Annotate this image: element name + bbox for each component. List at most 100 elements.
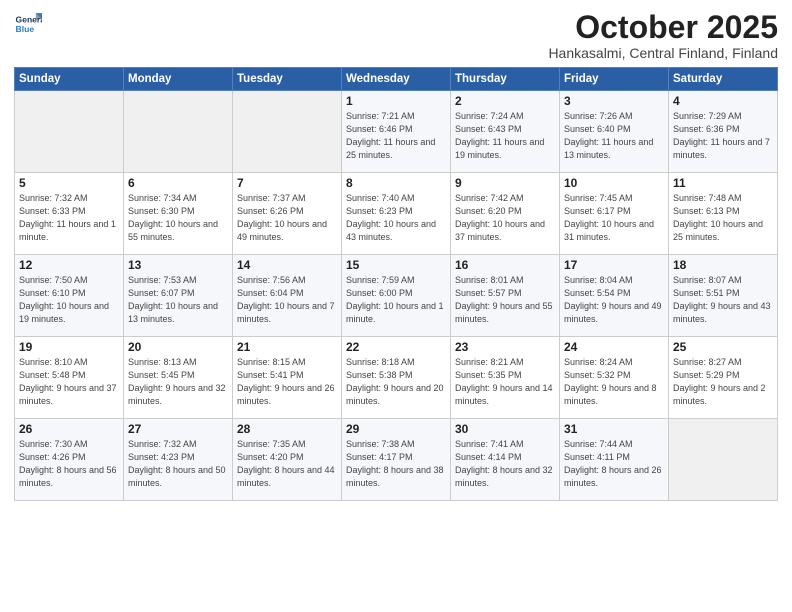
day-number: 31: [564, 422, 664, 436]
day-number: 6: [128, 176, 228, 190]
table-row: [669, 419, 778, 501]
cell-content: Sunrise: 8:01 AMSunset: 5:57 PMDaylight:…: [455, 274, 555, 326]
table-row: 19 Sunrise: 8:10 AMSunset: 5:48 PMDayligh…: [15, 337, 124, 419]
day-number: 20: [128, 340, 228, 354]
cell-content: Sunrise: 7:53 AMSunset: 6:07 PMDaylight:…: [128, 274, 228, 326]
table-row: 7Sunrise: 7:37 AMSunset: 6:26 PMDaylight…: [233, 173, 342, 255]
day-number: 3: [564, 94, 664, 108]
day-number: 26: [19, 422, 119, 436]
table-row: 25 Sunrise: 8:27 AMSunset: 5:29 PMDayligh…: [669, 337, 778, 419]
day-number: 16: [455, 258, 555, 272]
calendar-table: Sunday Monday Tuesday Wednesday Thursday…: [14, 67, 778, 501]
table-row: 6 Sunrise: 7:34 AMSunset: 6:30 PMDaylight…: [124, 173, 233, 255]
day-number: 15: [346, 258, 446, 272]
col-wednesday: Wednesday: [342, 68, 451, 91]
cell-content: Sunrise: 8:07 AMSunset: 5:51 PMDaylight:…: [673, 274, 773, 326]
cell-content: Sunrise: 8:13 AMSunset: 5:45 PMDaylight:…: [128, 356, 228, 408]
day-number: 24: [564, 340, 664, 354]
table-row: 29 Sunrise: 7:38 AMSunset: 4:17 PMDayligh…: [342, 419, 451, 501]
table-row: 27 Sunrise: 7:32 AMSunset: 4:23 PMDayligh…: [124, 419, 233, 501]
day-number: 4: [673, 94, 773, 108]
month-title: October 2025: [548, 10, 778, 45]
day-number: 25: [673, 340, 773, 354]
cell-content: Sunrise: 7:41 AMSunset: 4:14 PMDaylight:…: [455, 438, 555, 490]
day-number: 11: [673, 176, 773, 190]
day-number: 23: [455, 340, 555, 354]
table-row: 26 Sunrise: 7:30 AMSunset: 4:26 PMDayligh…: [15, 419, 124, 501]
table-row: [15, 91, 124, 173]
table-row: 22 Sunrise: 8:18 AMSunset: 5:38 PMDayligh…: [342, 337, 451, 419]
cell-content: Sunrise: 7:35 AMSunset: 4:20 PMDaylight:…: [237, 438, 337, 490]
day-number: 27: [128, 422, 228, 436]
col-thursday: Thursday: [451, 68, 560, 91]
table-row: 1 Sunrise: 7:21 AMSunset: 6:46 PMDaylight…: [342, 91, 451, 173]
col-monday: Monday: [124, 68, 233, 91]
table-row: 18 Sunrise: 8:07 AMSunset: 5:51 PMDayligh…: [669, 255, 778, 337]
day-number: 14: [237, 258, 337, 272]
table-row: 20 Sunrise: 8:13 AMSunset: 5:45 PMDayligh…: [124, 337, 233, 419]
cell-content: Sunrise: 7:29 AMSunset: 6:36 PMDaylight:…: [673, 110, 773, 162]
table-row: 5Sunrise: 7:32 AMSunset: 6:33 PMDaylight…: [15, 173, 124, 255]
day-number: 21: [237, 340, 337, 354]
cell-content: Sunrise: 8:21 AMSunset: 5:35 PMDaylight:…: [455, 356, 555, 408]
day-number: 30: [455, 422, 555, 436]
day-number: 17: [564, 258, 664, 272]
day-number: 12: [19, 258, 119, 272]
day-number: 18: [673, 258, 773, 272]
cell-content: Sunrise: 7:32 AMSunset: 4:23 PMDaylight:…: [128, 438, 228, 490]
table-row: 24 Sunrise: 8:24 AMSunset: 5:32 PMDayligh…: [560, 337, 669, 419]
logo-icon: General Blue: [14, 10, 42, 38]
table-row: 23 Sunrise: 8:21 AMSunset: 5:35 PMDayligh…: [451, 337, 560, 419]
cell-content: Sunrise: 8:04 AMSunset: 5:54 PMDaylight:…: [564, 274, 664, 326]
cell-content: Sunrise: 7:32 AMSunset: 6:33 PMDaylight:…: [19, 192, 119, 244]
cell-content: Sunrise: 7:45 AMSunset: 6:17 PMDaylight:…: [564, 192, 664, 244]
table-row: 8Sunrise: 7:40 AMSunset: 6:23 PMDaylight…: [342, 173, 451, 255]
col-saturday: Saturday: [669, 68, 778, 91]
page: General Blue October 2025 Hankasalmi, Ce…: [0, 0, 792, 612]
day-number: 29: [346, 422, 446, 436]
cell-content: Sunrise: 7:24 AMSunset: 6:43 PMDaylight:…: [455, 110, 555, 162]
cell-content: Sunrise: 8:15 AMSunset: 5:41 PMDaylight:…: [237, 356, 337, 408]
table-row: 17 Sunrise: 8:04 AMSunset: 5:54 PMDayligh…: [560, 255, 669, 337]
cell-content: Sunrise: 7:42 AMSunset: 6:20 PMDaylight:…: [455, 192, 555, 244]
cell-content: Sunrise: 7:56 AMSunset: 6:04 PMDaylight:…: [237, 274, 337, 326]
day-number: 19: [19, 340, 119, 354]
cell-content: Sunrise: 8:27 AMSunset: 5:29 PMDaylight:…: [673, 356, 773, 408]
table-row: [233, 91, 342, 173]
table-row: 15 Sunrise: 7:59 AMSunset: 6:00 PMDayligh…: [342, 255, 451, 337]
table-row: 11 Sunrise: 7:48 AMSunset: 6:13 PMDayligh…: [669, 173, 778, 255]
table-row: 31Sunrise: 7:44 AMSunset: 4:11 PMDayligh…: [560, 419, 669, 501]
cell-content: Sunrise: 7:50 AMSunset: 6:10 PMDaylight:…: [19, 274, 119, 326]
cell-content: Sunrise: 7:48 AMSunset: 6:13 PMDaylight:…: [673, 192, 773, 244]
day-number: 8: [346, 176, 446, 190]
cell-content: Sunrise: 7:38 AMSunset: 4:17 PMDaylight:…: [346, 438, 446, 490]
cell-content: Sunrise: 8:10 AMSunset: 5:48 PMDaylight:…: [19, 356, 119, 408]
day-number: 1: [346, 94, 446, 108]
cell-content: Sunrise: 8:18 AMSunset: 5:38 PMDaylight:…: [346, 356, 446, 408]
logo: General Blue: [14, 10, 42, 38]
table-row: 14 Sunrise: 7:56 AMSunset: 6:04 PMDayligh…: [233, 255, 342, 337]
cell-content: Sunrise: 7:34 AMSunset: 6:30 PMDaylight:…: [128, 192, 228, 244]
title-block: October 2025 Hankasalmi, Central Finland…: [548, 10, 778, 61]
table-row: [124, 91, 233, 173]
table-row: 16 Sunrise: 8:01 AMSunset: 5:57 PMDayligh…: [451, 255, 560, 337]
table-row: 21 Sunrise: 8:15 AMSunset: 5:41 PMDayligh…: [233, 337, 342, 419]
col-tuesday: Tuesday: [233, 68, 342, 91]
cell-content: Sunrise: 7:26 AMSunset: 6:40 PMDaylight:…: [564, 110, 664, 162]
col-friday: Friday: [560, 68, 669, 91]
day-number: 9: [455, 176, 555, 190]
cell-content: Sunrise: 8:24 AMSunset: 5:32 PMDaylight:…: [564, 356, 664, 408]
day-number: 2: [455, 94, 555, 108]
table-row: 4 Sunrise: 7:29 AMSunset: 6:36 PMDaylight…: [669, 91, 778, 173]
cell-content: Sunrise: 7:59 AMSunset: 6:00 PMDaylight:…: [346, 274, 446, 326]
cell-content: Sunrise: 7:30 AMSunset: 4:26 PMDaylight:…: [19, 438, 119, 490]
cell-content: Sunrise: 7:37 AMSunset: 6:26 PMDaylight:…: [237, 192, 337, 244]
cell-content: Sunrise: 7:21 AMSunset: 6:46 PMDaylight:…: [346, 110, 446, 162]
day-number: 13: [128, 258, 228, 272]
day-number: 22: [346, 340, 446, 354]
table-row: 13 Sunrise: 7:53 AMSunset: 6:07 PMDayligh…: [124, 255, 233, 337]
day-number: 28: [237, 422, 337, 436]
table-row: 30 Sunrise: 7:41 AMSunset: 4:14 PMDayligh…: [451, 419, 560, 501]
day-number: 10: [564, 176, 664, 190]
table-row: 3 Sunrise: 7:26 AMSunset: 6:40 PMDaylight…: [560, 91, 669, 173]
